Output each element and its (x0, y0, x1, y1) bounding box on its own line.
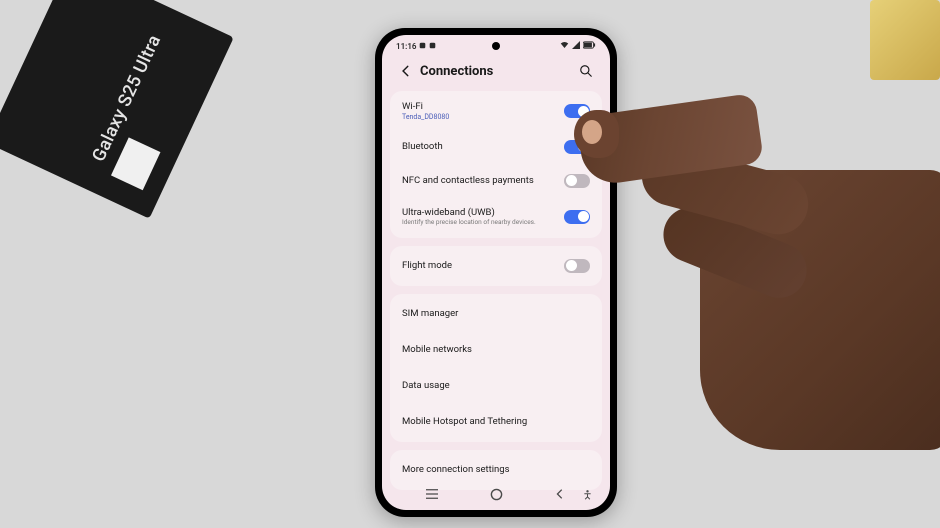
status-right (560, 41, 596, 51)
user-hand (580, 70, 940, 490)
home-icon (490, 488, 503, 501)
uwb-row[interactable]: Ultra-wideband (UWB) Identify the precis… (390, 198, 602, 236)
data-usage-row[interactable]: Data usage (390, 368, 602, 404)
search-icon (579, 64, 593, 78)
battery-icon (583, 41, 596, 51)
desk-object (870, 0, 940, 80)
data-usage-title: Data usage (402, 380, 590, 391)
signal-icon (572, 41, 580, 51)
nav-back-button[interactable] (545, 485, 575, 503)
phone-frame: 11:16 (375, 28, 617, 517)
wifi-toggle[interactable] (564, 104, 590, 118)
bluetooth-row[interactable]: Bluetooth (390, 130, 602, 164)
wifi-network-name: Tenda_DD8080 (402, 113, 564, 121)
more-settings-title: More connection settings (402, 464, 590, 475)
connections-group-1: Wi-Fi Tenda_DD8080 Bluetooth NFC and con… (390, 91, 602, 238)
bluetooth-toggle[interactable] (564, 140, 590, 154)
settings-content[interactable]: Wi-Fi Tenda_DD8080 Bluetooth NFC and con… (382, 91, 610, 490)
home-button[interactable] (481, 485, 511, 503)
status-left: 11:16 (396, 42, 436, 51)
nfc-toggle[interactable] (564, 174, 590, 188)
recents-button[interactable] (417, 485, 447, 503)
chevron-left-icon (399, 64, 413, 78)
nfc-title: NFC and contactless payments (402, 175, 564, 186)
uwb-title: Ultra-wideband (UWB) (402, 207, 564, 218)
navigation-bar (382, 482, 610, 506)
back-button[interactable] (396, 61, 416, 81)
wifi-title: Wi-Fi (402, 101, 564, 112)
uwb-toggle[interactable] (564, 210, 590, 224)
connections-group-2: Flight mode (390, 246, 602, 286)
accessibility-icon (582, 489, 593, 500)
connections-group-3: SIM manager Mobile networks Data usage M… (390, 294, 602, 442)
flight-mode-toggle[interactable] (564, 259, 590, 273)
wifi-row[interactable]: Wi-Fi Tenda_DD8080 (390, 93, 602, 130)
mobile-networks-row[interactable]: Mobile networks (390, 332, 602, 368)
uwb-description: Identify the precise location of nearby … (402, 219, 564, 227)
status-time: 11:16 (396, 42, 416, 51)
notification-icon-2 (429, 42, 436, 51)
mobile-networks-title: Mobile networks (402, 344, 590, 355)
page-header: Connections (382, 57, 610, 91)
wifi-status-icon (560, 41, 569, 51)
search-button[interactable] (576, 61, 596, 81)
notification-icon (419, 42, 426, 51)
product-box-sticker (111, 137, 160, 190)
flight-mode-title: Flight mode (402, 260, 564, 271)
product-box: Galaxy S25 Ultra (0, 0, 234, 219)
bluetooth-title: Bluetooth (402, 141, 564, 152)
sim-manager-title: SIM manager (402, 308, 590, 319)
recents-icon (425, 488, 439, 500)
sim-manager-row[interactable]: SIM manager (390, 296, 602, 332)
hotspot-title: Mobile Hotspot and Tethering (402, 416, 590, 427)
phone-screen: 11:16 (382, 35, 610, 510)
nfc-row[interactable]: NFC and contactless payments (390, 164, 602, 198)
hotspot-row[interactable]: Mobile Hotspot and Tethering (390, 404, 602, 440)
page-title: Connections (420, 64, 576, 79)
chevron-left-icon (554, 488, 566, 500)
accessibility-button[interactable] (572, 485, 602, 503)
flight-mode-row[interactable]: Flight mode (390, 248, 602, 284)
camera-cutout (492, 42, 500, 50)
